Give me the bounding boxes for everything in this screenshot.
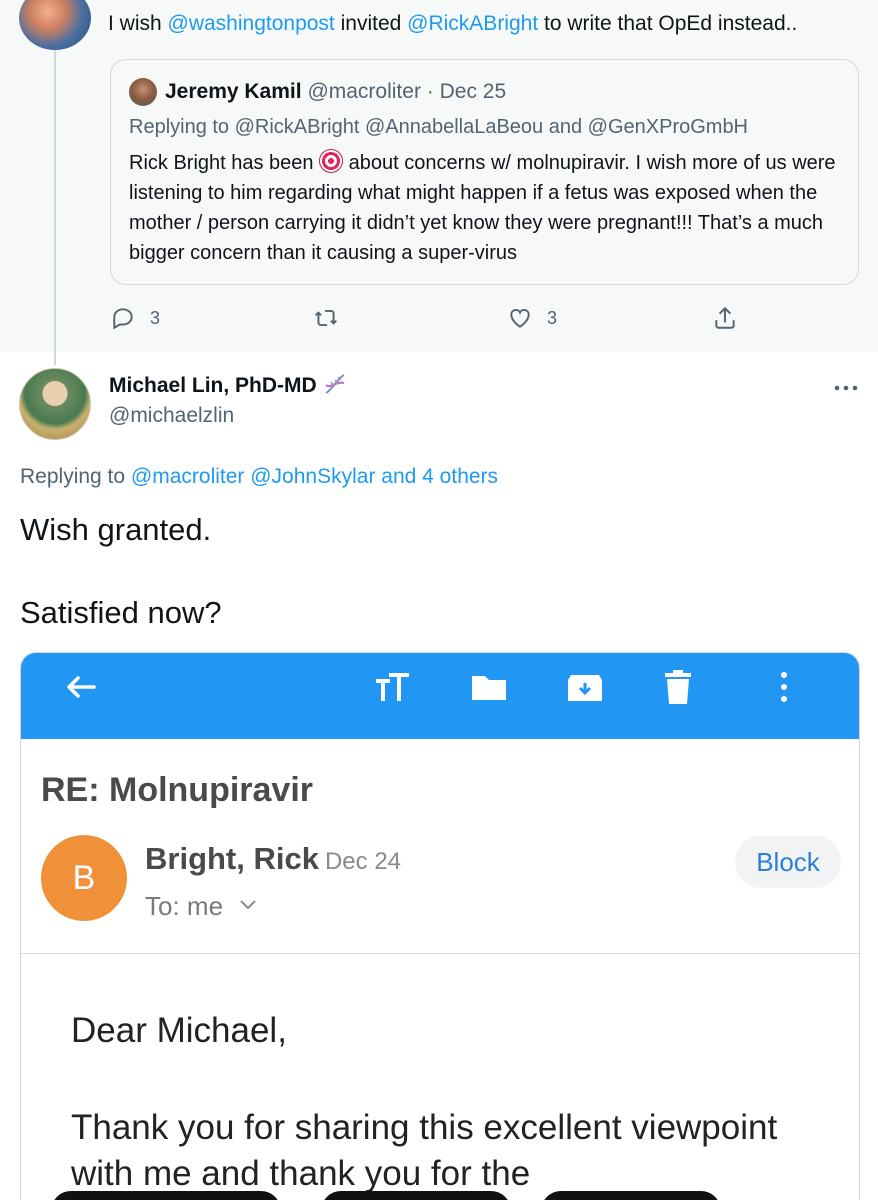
quoted-tweet-handle: @macroliter <box>307 80 421 103</box>
quoted-tweet-card[interactable]: Jeremy Kamil @macroliter · Dec 25 Replyi… <box>110 59 859 285</box>
direct-hit-target-icon <box>319 149 344 173</box>
quoted-tweet-separator: · <box>420 80 440 103</box>
like-button[interactable]: 3 <box>507 305 557 331</box>
mention-rickabright[interactable]: @RickABright <box>407 12 538 35</box>
email-sender: Bright, Rick Dec 24 <box>145 841 401 877</box>
trash-icon <box>665 670 691 704</box>
sender-avatar: B <box>41 835 127 921</box>
reply-button[interactable]: 3 <box>110 305 160 331</box>
more-options-icon[interactable] <box>832 378 860 398</box>
replying-to-mentions[interactable]: @macroliter @JohnSkylar <box>131 465 376 488</box>
previous-tweet-text-middle: invited <box>334 12 408 35</box>
reply-count: 3 <box>150 307 161 328</box>
replying-to-label: Replying to <box>20 465 131 488</box>
main-tweet-author[interactable]: Michael Lin, PhD-MD <box>109 373 347 398</box>
email-body: Thank you for sharing this excellent vie… <box>71 1108 778 1193</box>
main-tweet-handle: @michaelzlin <box>109 404 235 427</box>
text-size-icon <box>376 673 409 701</box>
redaction-mark <box>541 1191 721 1200</box>
block-button: Block <box>735 836 841 888</box>
main-tweet-text-line2: Satisfied now? <box>20 595 222 630</box>
previous-tweet-text-prefix: I wish <box>108 12 168 35</box>
previous-tweet-text: I wish @washingtonpost invited @RickABri… <box>108 12 797 36</box>
overflow-menu-icon <box>781 672 787 702</box>
email-recipient-text: To: me <box>145 891 224 921</box>
mention-washingtonpost[interactable]: @washingtonpost <box>168 12 335 35</box>
main-tweet-text-line1: Wish granted. <box>20 512 212 547</box>
quoted-tweet-replying-to: Replying to @RickABright @AnnabellaLaBeo… <box>129 116 749 138</box>
replying-to-and: and <box>375 465 423 488</box>
folder-icon <box>472 676 506 700</box>
quoted-tweet-header: Jeremy Kamil @macroliter · Dec 25 <box>165 80 506 104</box>
main-tweet-replying-to: Replying to @macroliter @JohnSkylar and … <box>20 465 498 489</box>
email-date: Dec 24 <box>324 848 402 875</box>
retweet-button[interactable] <box>313 305 353 331</box>
chevron-down-icon <box>240 900 256 910</box>
quoted-tweet-date[interactable]: Dec 25 <box>440 80 507 103</box>
share-button[interactable] <box>712 305 738 331</box>
heart-icon <box>510 309 530 328</box>
quoted-tweet-avatar <box>129 78 157 106</box>
quoted-tweet-author-name[interactable]: Jeremy Kamil <box>165 80 302 103</box>
archive-icon <box>568 675 602 701</box>
previous-tweet-text-suffix: to write that OpEd instead.. <box>538 12 798 35</box>
redaction-mark <box>321 1191 511 1200</box>
email-recipient: To: me <box>145 891 257 922</box>
quoted-tweet-body: Rick Bright has been about concerns w/ m… <box>129 148 849 268</box>
dna-icon <box>324 374 345 394</box>
reply-icon <box>113 308 133 330</box>
main-tweet-avatar[interactable] <box>19 368 91 440</box>
replying-to-others-link[interactable]: 4 others <box>422 465 498 488</box>
like-count: 3 <box>547 307 558 328</box>
redaction-mark <box>51 1191 281 1200</box>
tweet-action-bar: 3 3 <box>0 305 878 337</box>
email-toolbar <box>21 653 859 739</box>
email-divider <box>21 953 859 954</box>
back-arrow-icon <box>67 676 96 698</box>
email-subject: RE: Molnupiravir <box>41 771 314 809</box>
main-tweet-author-name: Michael Lin, PhD-MD <box>109 374 317 397</box>
attached-email-screenshot[interactable]: RE: Molnupiravir B Bright, Rick Dec 24 To… <box>20 652 860 1200</box>
retweet-icon <box>315 309 337 327</box>
email-greeting: Dear Michael, <box>71 1011 287 1050</box>
share-icon <box>715 306 735 329</box>
quoted-tweet-body-start: Rick Bright has been <box>129 152 320 174</box>
email-sender-name: Bright, Rick <box>145 841 319 876</box>
